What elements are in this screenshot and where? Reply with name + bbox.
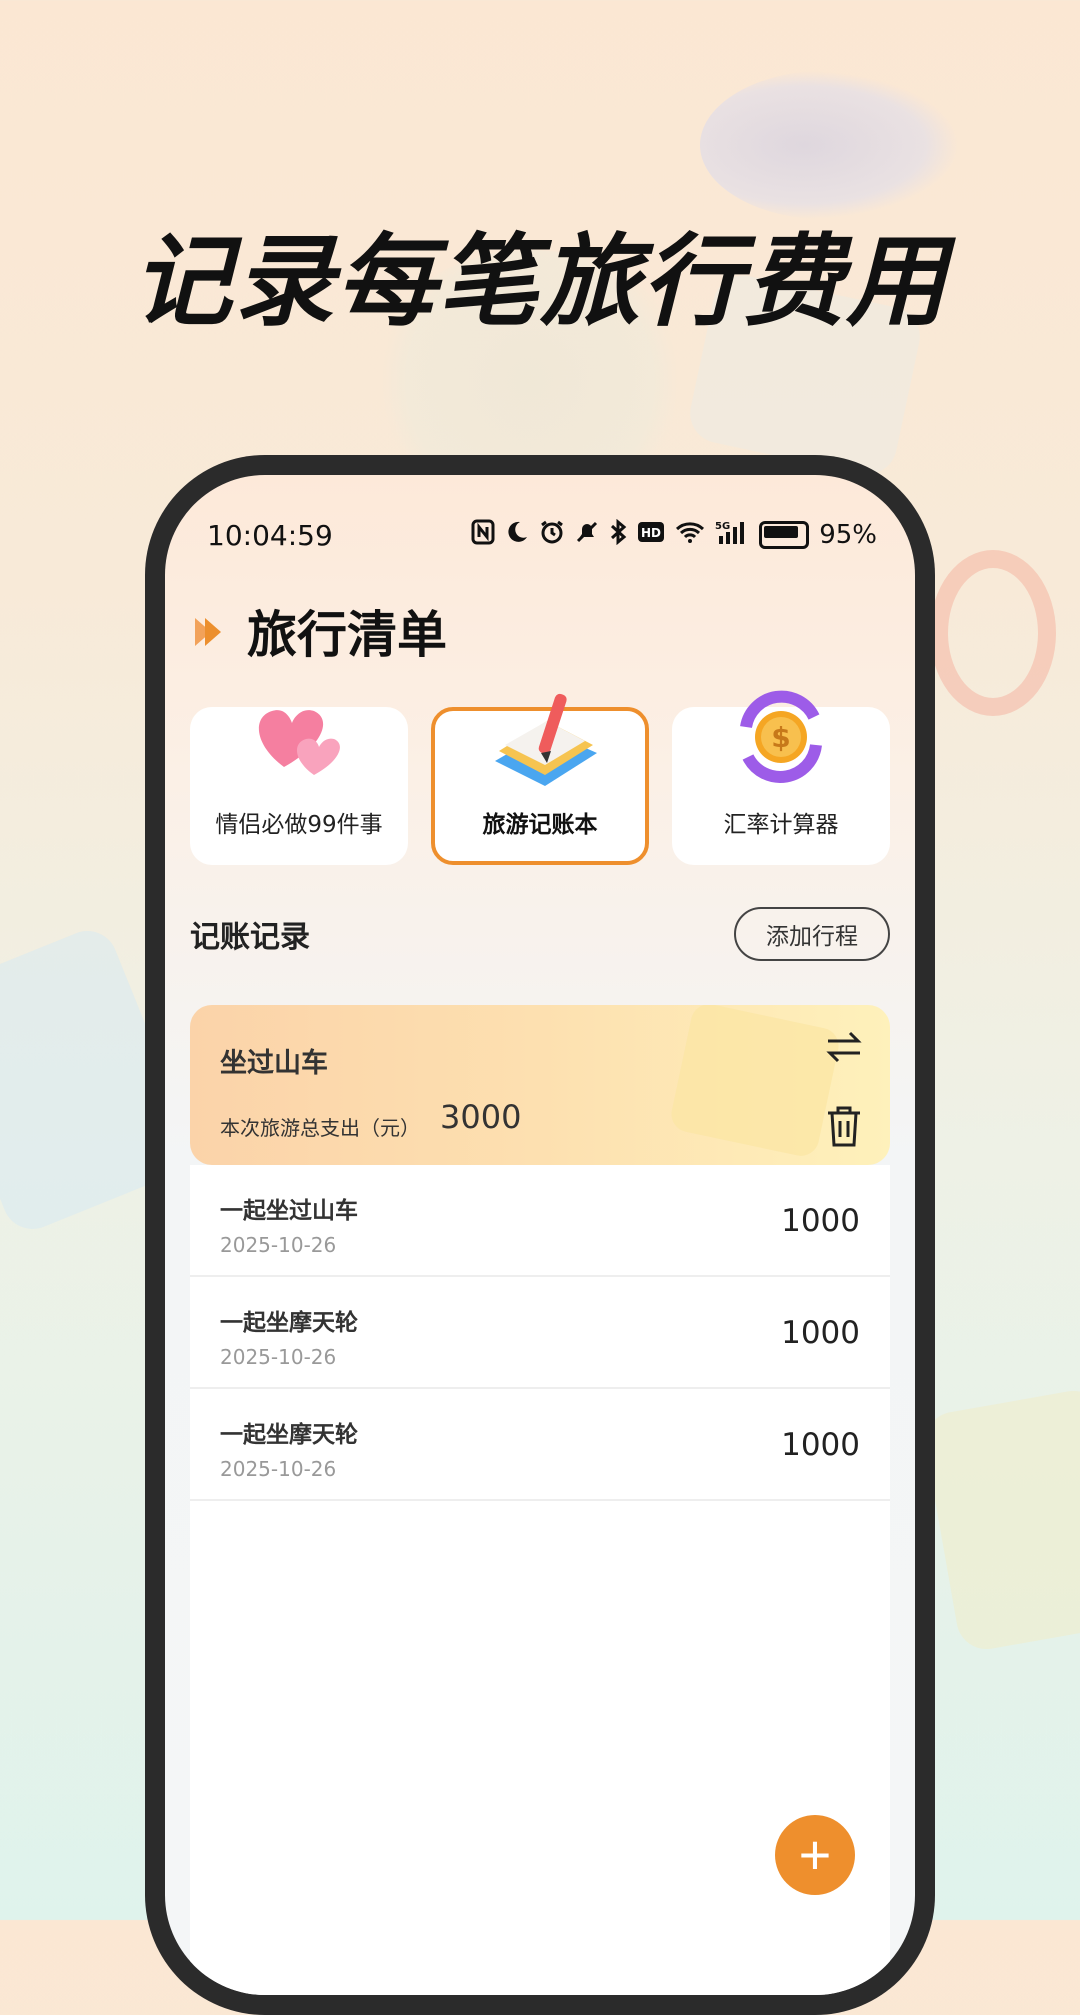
nfc-icon xyxy=(471,519,495,552)
record-date: 2025-10-26 xyxy=(220,1233,337,1257)
expense-list: 一起坐过山车 2025-10-26 1000 一起坐摩天轮 2025-10-26… xyxy=(190,1165,890,1501)
record-amount: 1000 xyxy=(781,1427,860,1463)
feature-cards: 情侣必做99件事 旅游记账本 $ 汇率计算器 xyxy=(190,690,890,865)
notebook-pen-icon xyxy=(485,691,597,791)
mute-icon xyxy=(575,520,599,551)
svg-text:5G: 5G xyxy=(715,521,730,532)
trip-summary-card[interactable]: 坐过山车 本次旅游总支出（元） 3000 xyxy=(190,1005,890,1165)
list-empty-area xyxy=(190,1501,890,1995)
status-bar: 10:04:59 HD 5G 95% xyxy=(207,515,877,555)
records-header: 记账记录 添加行程 xyxy=(190,907,890,961)
phone-screen: 10:04:59 HD 5G 95% 旅行清单 情侣必做99件事 旅游记账本 $… xyxy=(165,475,915,1995)
record-date: 2025-10-26 xyxy=(220,1457,337,1481)
record-title: 一起坐过山车 xyxy=(220,1198,358,1224)
record-amount: 1000 xyxy=(781,1315,860,1351)
swap-icon[interactable] xyxy=(824,1027,864,1067)
list-item[interactable]: 一起坐过山车 2025-10-26 1000 xyxy=(190,1165,890,1277)
wifi-icon xyxy=(675,520,705,551)
record-amount: 1000 xyxy=(781,1203,860,1239)
trip-total-label: 本次旅游总支出（元） xyxy=(220,1116,420,1140)
currency-exchange-icon: $ xyxy=(726,687,836,787)
card-couple-99-things[interactable]: 情侣必做99件事 xyxy=(190,707,408,865)
promo-headline: 记录每笔旅行费用 xyxy=(132,223,948,340)
page-header: 旅行清单 xyxy=(195,595,447,667)
status-time: 10:04:59 xyxy=(207,518,333,552)
double-arrow-icon xyxy=(195,614,225,648)
status-icons: HD 5G 95% xyxy=(471,518,877,552)
list-item[interactable]: 一起坐摩天轮 2025-10-26 1000 xyxy=(190,1277,890,1389)
card-exchange-calculator[interactable]: $ 汇率计算器 xyxy=(672,690,890,865)
svg-text:$: $ xyxy=(771,721,790,754)
record-date: 2025-10-26 xyxy=(220,1345,337,1369)
list-item[interactable]: 一起坐摩天轮 2025-10-26 1000 xyxy=(190,1389,890,1501)
moon-icon xyxy=(505,520,529,551)
alarm-icon xyxy=(539,519,565,552)
trip-total-amount: 3000 xyxy=(440,1098,522,1136)
hd-icon: HD xyxy=(637,520,665,551)
notepad-illustration xyxy=(668,1005,842,1160)
card-label: 旅游记账本 xyxy=(482,812,598,838)
add-trip-button[interactable]: 添加行程 xyxy=(734,907,890,961)
svg-text:HD: HD xyxy=(641,526,661,540)
bluetooth-icon xyxy=(609,518,627,552)
add-record-button[interactable]: + xyxy=(775,1815,855,1895)
trip-name: 坐过山车 xyxy=(220,1048,328,1079)
hearts-icon xyxy=(244,687,354,787)
battery-level: 95% xyxy=(819,520,877,550)
battery-icon xyxy=(759,521,810,549)
cellular-5g-icon: 5G xyxy=(715,519,749,552)
airplane-illustration xyxy=(700,70,960,220)
record-title: 一起坐摩天轮 xyxy=(220,1422,358,1448)
section-title: 记账记录 xyxy=(190,920,310,955)
photo-illustration xyxy=(920,1386,1080,1654)
trash-icon[interactable] xyxy=(826,1105,862,1147)
card-label: 汇率计算器 xyxy=(723,812,839,838)
phone-frame: 10:04:59 HD 5G 95% 旅行清单 情侣必做99件事 旅游记账本 $… xyxy=(145,455,935,2015)
page-title: 旅行清单 xyxy=(247,606,447,664)
card-label: 情侣必做99件事 xyxy=(215,812,383,838)
card-travel-ledger[interactable]: 旅游记账本 xyxy=(431,693,649,865)
location-pin-illustration xyxy=(930,550,1056,716)
record-title: 一起坐摩天轮 xyxy=(220,1310,358,1336)
